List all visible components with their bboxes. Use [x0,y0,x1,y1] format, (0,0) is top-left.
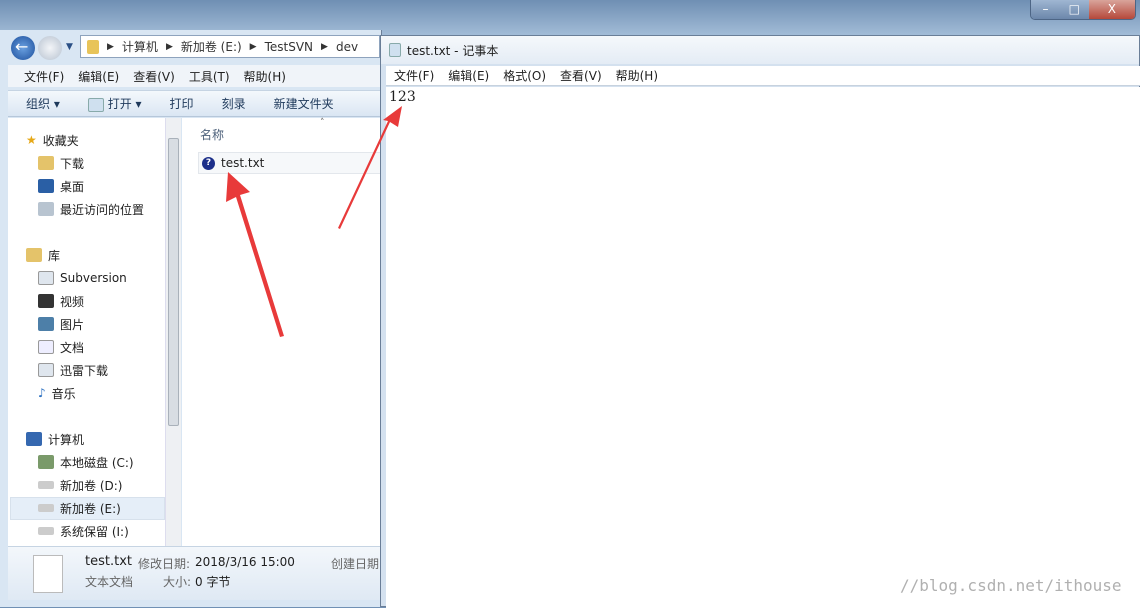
annotation-arrows [226,106,402,337]
red-arrow-to-content [338,106,402,229]
watermark: //blog.csdn.net/ithouse [900,576,1122,595]
red-arrow-to-file [226,172,284,337]
